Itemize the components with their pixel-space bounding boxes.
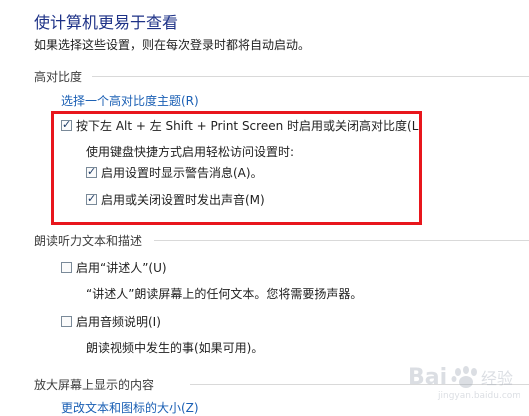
narrator-description: “讲述人”朗读屏幕上的任何文本。您将需要扬声器。 xyxy=(86,287,363,301)
baidu-watermark-logo: Bai 经验 jingyan.baidu.com xyxy=(408,362,521,402)
watermark-suffix: 经验 xyxy=(481,369,513,388)
resize-text-icons-link[interactable]: 更改文本和图标的大小(Z) xyxy=(61,399,199,416)
watermark-url: jingyan.baidu.com xyxy=(437,391,520,401)
audio-description-checkbox[interactable] xyxy=(61,316,72,327)
choose-high-contrast-theme-link[interactable]: 选择一个高对比度主题(R) xyxy=(61,92,199,109)
section-heading-narration: 朗读听力文本和描述 xyxy=(34,234,143,248)
narrator-label[interactable]: 启用“讲述人”(U) xyxy=(76,259,167,276)
narrator-checkbox[interactable] xyxy=(61,262,72,273)
section-heading-magnify: 放大屏幕上显示的内容 xyxy=(34,378,155,392)
section-divider xyxy=(154,240,529,241)
red-highlight-box xyxy=(51,111,422,225)
watermark-brand: Bai xyxy=(408,365,447,390)
audio-description-text: 朗读视频中发生的事(如果可用)。 xyxy=(86,341,264,355)
audio-description-label[interactable]: 启用音频说明(I) xyxy=(76,313,161,330)
page-subtitle: 如果选择这些设置，则在每次登录时都将自动启动。 xyxy=(34,38,311,52)
section-divider xyxy=(92,76,529,77)
page-title: 使计算机更易于查看 xyxy=(34,13,179,32)
section-heading-high-contrast: 高对比度 xyxy=(34,70,83,84)
